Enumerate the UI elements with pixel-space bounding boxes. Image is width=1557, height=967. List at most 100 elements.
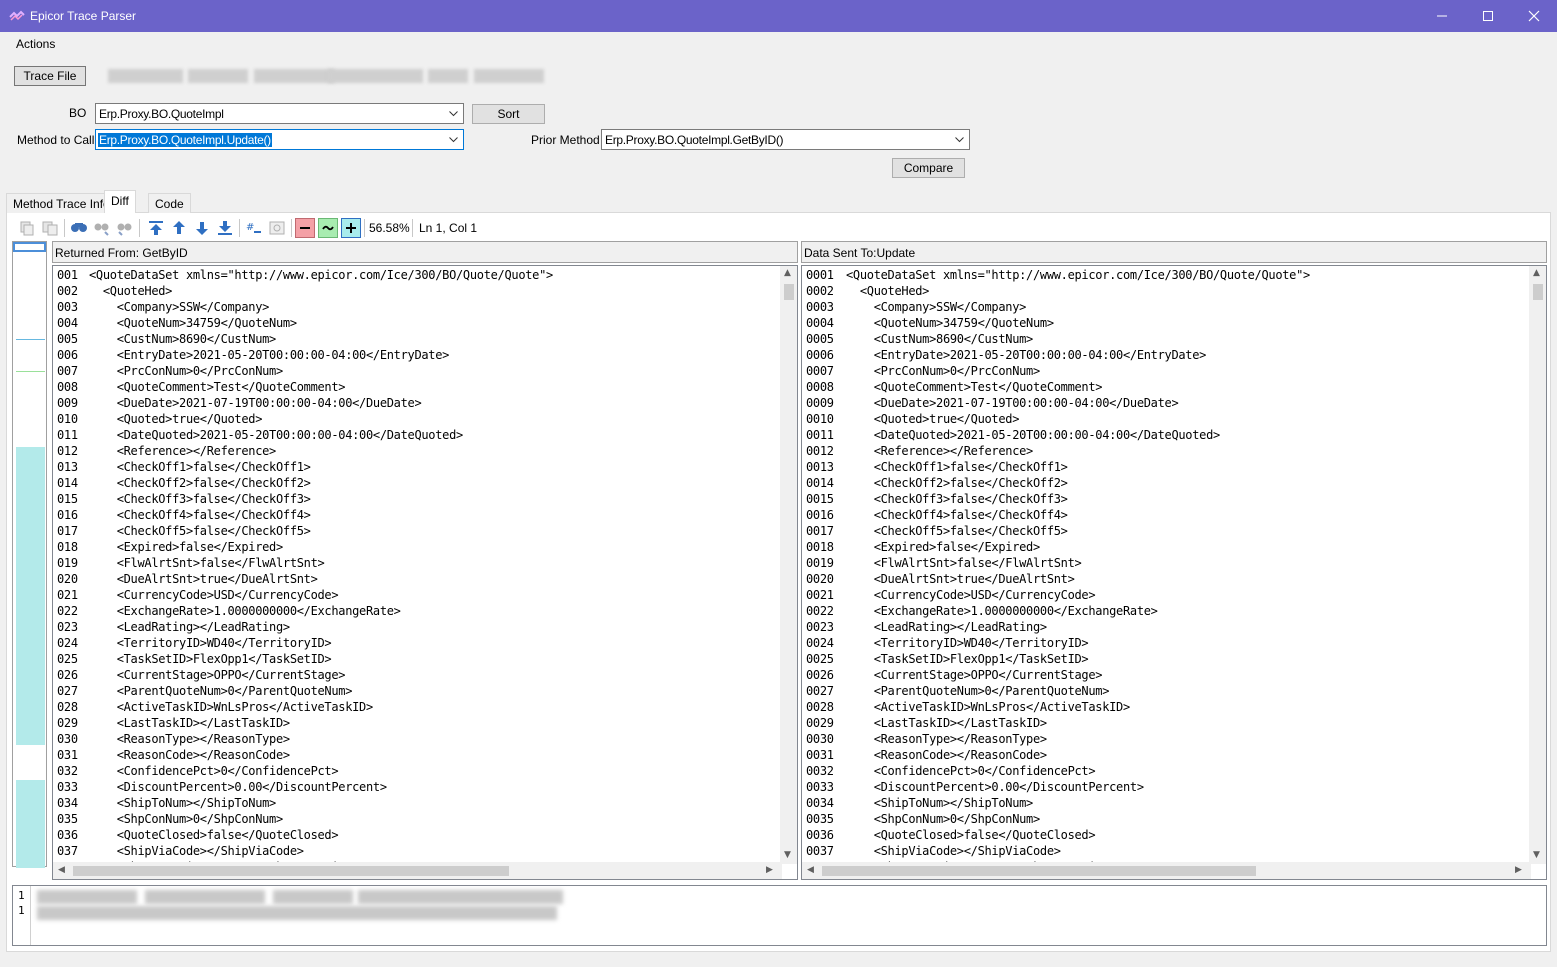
- line-number: 007: [57, 364, 78, 378]
- menu-actions[interactable]: Actions: [10, 36, 61, 52]
- left-diff-pane[interactable]: 001 002 003 004 005 006 007 008 009 010 011 012 013 0…: [52, 265, 798, 880]
- code-line: <DiscountPercent>0.00</DiscountPercent>: [89, 780, 387, 794]
- tab-code[interactable]: Code: [148, 193, 191, 213]
- code-line: <QuoteClosed>false</QuoteClosed>: [846, 828, 1096, 842]
- prior-method-select[interactable]: Erp.Proxy.BO.QuoteImpl.GetByID(): [601, 129, 970, 150]
- line-number: 0017: [806, 524, 834, 538]
- scroll-up-icon[interactable]: ▲: [784, 268, 791, 278]
- code-line: <CheckOff3>false</CheckOff3>: [89, 492, 311, 506]
- tab-diff[interactable]: Diff: [104, 190, 136, 213]
- code-line: <ActiveTaskID>WnLsPros</ActiveTaskID>: [89, 700, 374, 714]
- line-number: 0015: [806, 492, 834, 506]
- changed-lines-icon[interactable]: [318, 218, 338, 238]
- output-line-number: 1: [18, 904, 25, 917]
- line-number: 0037: [806, 844, 834, 858]
- tab-method-trace-info[interactable]: Method Trace Info: [6, 193, 117, 213]
- minimize-button[interactable]: [1419, 0, 1465, 32]
- line-number: 024: [57, 636, 78, 650]
- line-number: 002: [57, 284, 78, 298]
- code-line: <Reference></Reference>: [89, 444, 277, 458]
- line-number: 033: [57, 780, 78, 794]
- overview-viewport[interactable]: [13, 242, 46, 252]
- code-line: <CurrentStage>OPPO</CurrentStage>: [89, 668, 346, 682]
- maximize-button[interactable]: [1465, 0, 1511, 32]
- previous-diff-icon[interactable]: [170, 219, 188, 237]
- menu-bar: Actions: [0, 32, 1557, 56]
- last-diff-icon[interactable]: [216, 219, 234, 237]
- scroll-right-icon[interactable]: ▶: [766, 865, 773, 875]
- code-line: <ReasonCode></ReasonCode>: [89, 748, 290, 762]
- scroll-thumb[interactable]: [1533, 284, 1543, 300]
- line-number: 0036: [806, 828, 834, 842]
- line-number: 0009: [806, 396, 834, 410]
- code-line: <DueDate>2021-07-19T00:00:00-04:00</DueD…: [89, 396, 422, 410]
- line-number: 0004: [806, 316, 834, 330]
- find-icon[interactable]: [70, 219, 88, 237]
- bo-select[interactable]: Erp.Proxy.BO.QuoteImpl: [95, 103, 464, 124]
- line-number: 0035: [806, 812, 834, 826]
- sort-button[interactable]: Sort: [472, 104, 545, 124]
- code-line: <Company>SSW</Company>: [89, 300, 270, 314]
- scroll-thumb[interactable]: [822, 866, 1256, 876]
- diff-overview-strip[interactable]: [12, 241, 47, 868]
- right-diff-pane[interactable]: 0001 0002 0003 0004 0005 0006 0007 0008 0009 0010…: [801, 265, 1547, 880]
- line-number: 0007: [806, 364, 834, 378]
- line-number: 0022: [806, 604, 834, 618]
- line-number: 0029: [806, 716, 834, 730]
- scroll-up-icon[interactable]: ▲: [1533, 268, 1540, 278]
- compare-button[interactable]: Compare: [892, 158, 965, 178]
- code-line: <Quoted>true</Quoted>: [846, 412, 1020, 426]
- scroll-left-icon[interactable]: ◀: [807, 865, 814, 875]
- right-vertical-scrollbar[interactable]: ▲ ▼: [1529, 266, 1546, 864]
- code-line: <CheckOff4>false</CheckOff4>: [89, 508, 311, 522]
- added-lines-icon[interactable]: [341, 218, 361, 238]
- title-bar: Epicor Trace Parser: [0, 0, 1557, 32]
- trace-file-button[interactable]: Trace File: [14, 66, 86, 86]
- scroll-left-icon[interactable]: ◀: [58, 865, 65, 875]
- code-line: <CheckOff3>false</CheckOff3>: [846, 492, 1068, 506]
- scroll-down-icon[interactable]: ▼: [784, 850, 791, 860]
- method-select[interactable]: Erp.Proxy.BO.QuoteImpl.Update(): [95, 129, 464, 150]
- method-label: Method to Call: [17, 133, 95, 147]
- code-line: <QuoteDataSet xmlns="http://www.epicor.c…: [846, 268, 1310, 282]
- find-previous-icon[interactable]: [116, 219, 134, 237]
- output-line-number: 1: [18, 889, 25, 902]
- line-number: 0006: [806, 348, 834, 362]
- scroll-thumb[interactable]: [73, 866, 509, 876]
- line-number: 001: [57, 268, 78, 282]
- find-next-icon[interactable]: [93, 219, 111, 237]
- window-title: Epicor Trace Parser: [30, 9, 137, 23]
- scroll-right-icon[interactable]: ▶: [1515, 865, 1522, 875]
- code-line: <Quoted>true</Quoted>: [89, 412, 263, 426]
- scroll-down-icon[interactable]: ▼: [1533, 850, 1540, 860]
- right-horizontal-scrollbar[interactable]: ◀ ▶: [802, 862, 1531, 879]
- first-diff-icon[interactable]: [147, 219, 165, 237]
- line-number: 029: [57, 716, 78, 730]
- scroll-thumb[interactable]: [784, 284, 794, 300]
- bo-select-value: Erp.Proxy.BO.QuoteImpl: [99, 107, 224, 121]
- minimize-icon: [1437, 15, 1447, 17]
- recompare-icon[interactable]: [268, 219, 286, 237]
- next-diff-icon[interactable]: [193, 219, 211, 237]
- line-number: 032: [57, 764, 78, 778]
- line-number: 0031: [806, 748, 834, 762]
- code-line: <Expired>false</Expired>: [89, 540, 284, 554]
- code-line: <QuoteHed>: [89, 284, 173, 298]
- goto-line-icon[interactable]: #: [245, 219, 263, 237]
- code-line: <QuoteClosed>false</QuoteClosed>: [89, 828, 339, 842]
- code-line: <FlwAlrtSnt>false</FlwAlrtSnt>: [89, 556, 325, 570]
- left-horizontal-scrollbar[interactable]: ◀ ▶: [53, 862, 782, 879]
- left-vertical-scrollbar[interactable]: ▲ ▼: [780, 266, 797, 864]
- line-number: 0013: [806, 460, 834, 474]
- line-number: 0001: [806, 268, 834, 282]
- line-number: 0010: [806, 412, 834, 426]
- code-line: <CustNum>8690</CustNum>: [89, 332, 277, 346]
- code-line: <QuoteComment>Test</QuoteComment>: [846, 380, 1103, 394]
- code-line: <ReasonType></ReasonType>: [846, 732, 1047, 746]
- copy-all-icon[interactable]: [41, 219, 59, 237]
- copy-icon[interactable]: [18, 219, 36, 237]
- close-button[interactable]: [1511, 0, 1557, 32]
- deleted-lines-icon[interactable]: [295, 218, 315, 238]
- code-line: <QuoteNum>34759</QuoteNum>: [89, 316, 297, 330]
- output-text-panel[interactable]: 1 1: [12, 885, 1547, 946]
